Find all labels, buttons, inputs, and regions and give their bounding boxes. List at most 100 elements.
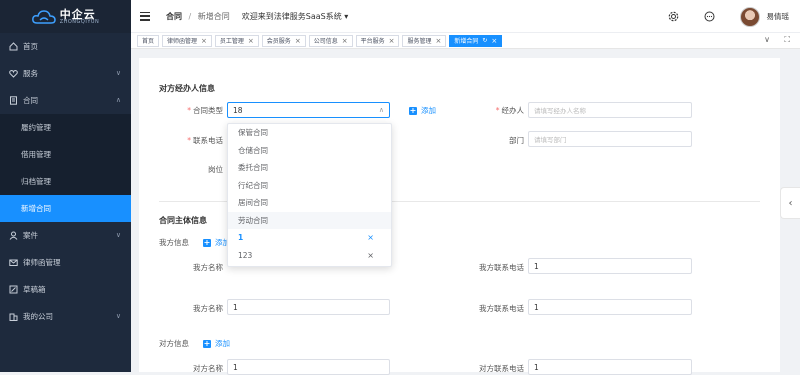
right-panel-toggle[interactable]: ‹ (780, 187, 800, 219)
sidebar-item-my-company[interactable]: 我的公司 ∨ (0, 303, 131, 330)
add-label: 添加 (215, 339, 230, 348)
avatar[interactable] (739, 6, 760, 27)
sidebar-subitem-archive[interactable]: 归档管理 (0, 168, 131, 195)
delete-option-icon[interactable]: × (367, 251, 374, 260)
label-text: 合同类型 (193, 106, 223, 115)
dropdown-option-selected[interactable]: 1 × (228, 229, 391, 247)
other-name-label: 对方名称 (193, 364, 223, 373)
sidebar-item-drafts[interactable]: 草稿箱 (0, 276, 131, 303)
option-label: 劳动合同 (238, 215, 268, 225)
delete-option-icon[interactable]: × (367, 233, 374, 242)
top-header: 合同 / 新增合同 欢迎来到法律服务SaaS系统 ▾ 易倩瑶 (131, 0, 800, 33)
close-icon[interactable]: × (248, 37, 254, 45)
contract-type-dropdown: 保管合同 仓储合同 委托合同 行纪合同 居间合同 劳动合同 1 × 123 × (227, 123, 392, 267)
sidebar-subitem-new-contract[interactable]: 新增合同 (0, 195, 131, 222)
dropdown-option[interactable]: 123 × (228, 247, 391, 265)
add-contract-type-button[interactable]: + 添加 (409, 105, 436, 116)
tab-label: 律师函管理 (167, 38, 198, 45)
settings-gear-icon[interactable] (668, 11, 680, 23)
add-our-party-button[interactable]: + 添加 (203, 237, 230, 248)
close-icon[interactable]: × (342, 37, 348, 45)
tab-label: 服务管理 (407, 38, 432, 45)
plus-icon: + (203, 338, 211, 348)
chevron-down-icon: ∨ (115, 69, 121, 77)
option-label: 行纪合同 (238, 180, 268, 190)
close-icon[interactable]: × (201, 37, 207, 45)
dept-input[interactable]: 请填写部门 (528, 131, 692, 147)
our-phone-label: 我方联系电话 (479, 263, 524, 272)
tab-label: 公司信息 (313, 38, 338, 45)
tab-company-info[interactable]: 公司信息 × (308, 34, 353, 47)
sidebar-item-lawyer-letter[interactable]: 律师函管理 (0, 249, 131, 276)
other-name-input[interactable]: 1 (227, 359, 390, 375)
message-icon[interactable] (704, 11, 716, 23)
sidebar-item-label: 我的公司 (23, 312, 53, 321)
our-phone-input[interactable]: 1 (528, 258, 692, 274)
tab-membership[interactable]: 会员服务 × (261, 34, 306, 47)
document-icon (9, 96, 18, 105)
system-selector[interactable]: 欢迎来到法律服务SaaS系统 ▾ (242, 11, 349, 22)
option-label: 居间合同 (238, 198, 268, 208)
section-title-handler: 对方经办人信息 (159, 84, 215, 93)
sidebar-item-case[interactable]: 案件 ∨ (0, 222, 131, 249)
tab-employee[interactable]: 员工管理 × (214, 34, 259, 47)
chevron-up-icon: ∧ (378, 106, 384, 114)
dropdown-option[interactable]: 保管合同 (228, 124, 391, 142)
our-name-label: 我方名称 (193, 263, 223, 272)
tab-home[interactable]: 首页 (137, 34, 160, 47)
tab-service-management[interactable]: 服务管理 × (402, 34, 447, 47)
phone-label: * 联系电话 (179, 135, 223, 146)
contract-type-label: * 合同类型 (179, 105, 223, 116)
tabs-collapse-icon[interactable]: ∨ (764, 35, 770, 44)
other-phone-input[interactable]: 1 (528, 359, 692, 375)
fullscreen-icon[interactable]: ⛶ (784, 35, 790, 45)
tab-lawyer-letter[interactable]: 律师函管理 × (162, 34, 212, 47)
required-mark: * (187, 136, 191, 145)
dropdown-option[interactable]: 行纪合同 (228, 177, 391, 195)
option-label: 仓储合同 (238, 145, 268, 155)
our-phone-input[interactable]: 1 (528, 299, 692, 315)
tab-new-contract[interactable]: 新增合同 ↻ × (449, 34, 503, 47)
option-label: 保管合同 (238, 128, 268, 138)
chevron-down-icon: ∨ (115, 312, 121, 320)
refresh-icon[interactable]: ↻ (482, 37, 487, 44)
menu-toggle-icon[interactable] (140, 11, 150, 21)
dropdown-option[interactable]: 劳动合同 (228, 211, 391, 229)
select-value: 18 (233, 105, 243, 115)
label-text: 联系电话 (193, 136, 223, 145)
dropdown-option[interactable]: 居间合同 (228, 194, 391, 212)
sidebar-item-contract[interactable]: 合同 ∧ (0, 87, 131, 114)
sidebar: 中企云 ZHONGQIYUN 首页 服务 ∨ 合同 ∧ 履约管理 借用管理 归档… (0, 0, 131, 372)
sidebar-item-label: 律师函管理 (23, 258, 61, 267)
required-mark: * (187, 106, 191, 115)
logo: 中企云 ZHONGQIYUN (0, 0, 131, 33)
username[interactable]: 易倩瑶 (767, 11, 790, 22)
handler-input[interactable]: 请填写经办人名称 (528, 102, 692, 118)
sidebar-subitem-borrow[interactable]: 借用管理 (0, 141, 131, 168)
option-label: 委托合同 (238, 163, 268, 173)
our-name-label: 我方名称 (193, 304, 223, 313)
our-name-input[interactable]: 1 (227, 299, 390, 315)
sidebar-subitem-performance[interactable]: 履约管理 (0, 114, 131, 141)
close-icon[interactable]: × (389, 37, 395, 45)
other-info-label: 对方信息 (159, 339, 189, 348)
plus-icon: + (409, 105, 417, 115)
sidebar-item-label: 服务 (23, 69, 38, 78)
sidebar-item-service[interactable]: 服务 ∨ (0, 60, 131, 87)
sidebar-item-label: 首页 (23, 42, 38, 51)
mail-icon (9, 258, 18, 267)
breadcrumb-root[interactable]: 合同 (166, 12, 182, 21)
breadcrumb-current: 新增合同 (197, 11, 230, 21)
add-other-party-button[interactable]: + 添加 (203, 338, 230, 349)
close-icon[interactable]: × (435, 37, 441, 45)
contract-type-select[interactable]: 18 ∧ (227, 102, 390, 118)
our-info-label: 我方信息 (159, 238, 189, 247)
our-phone-label: 我方联系电话 (479, 304, 524, 313)
close-icon[interactable]: × (295, 37, 301, 45)
dropdown-option[interactable]: 仓储合同 (228, 142, 391, 160)
close-icon[interactable]: × (491, 37, 497, 45)
dropdown-option[interactable]: 委托合同 (228, 159, 391, 177)
sidebar-item-label: 草稿箱 (23, 285, 46, 294)
sidebar-item-home[interactable]: 首页 (0, 33, 131, 60)
tab-platform-service[interactable]: 平台服务 × (355, 34, 400, 47)
